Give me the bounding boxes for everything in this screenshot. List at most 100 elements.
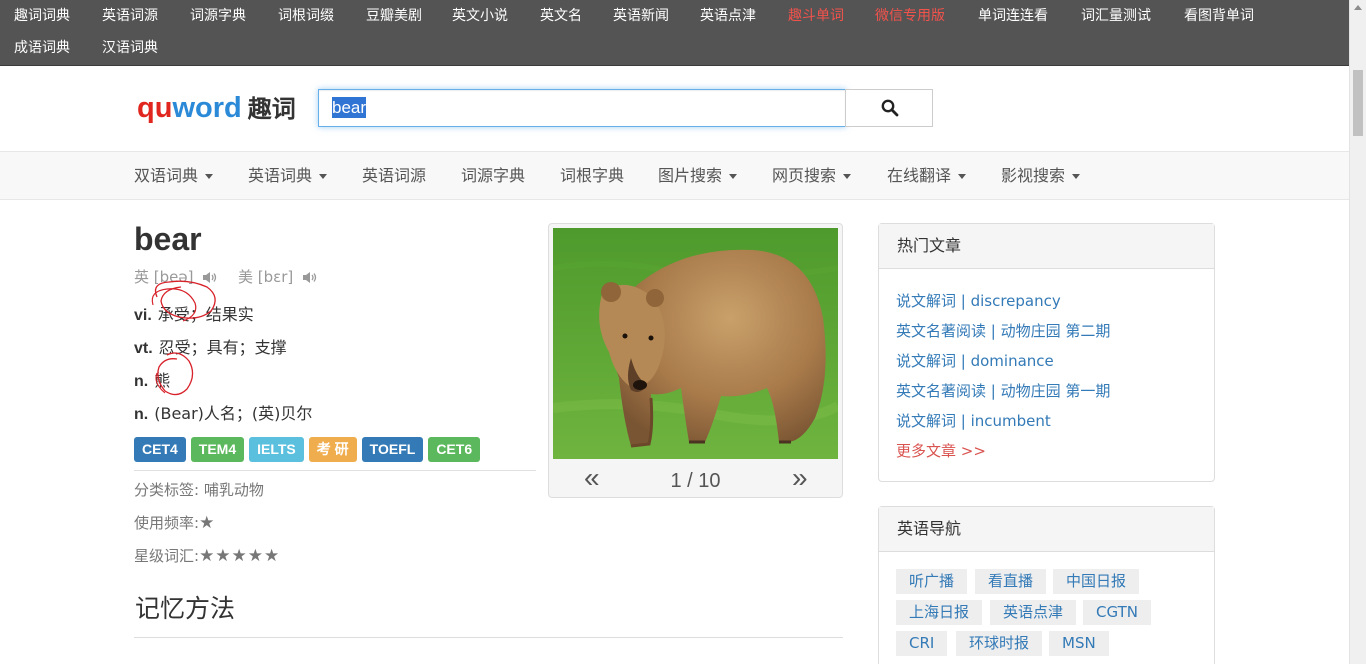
nav-item-label: 网页搜索 <box>772 166 837 185</box>
top-link[interactable]: 英文小说 <box>452 6 508 26</box>
site-logo[interactable]: quword 趣词 <box>137 93 296 125</box>
search-icon <box>881 99 899 117</box>
nav-item-bilingual-dict[interactable]: 双语词典 <box>134 166 214 186</box>
caret-down-icon <box>1072 174 1081 179</box>
hot-articles-title: 热门文章 <box>879 224 1214 269</box>
phonetic-us-text: 美 [bɛr] <box>238 268 294 286</box>
red-circle-annotation <box>151 280 216 396</box>
speaker-icon[interactable] <box>302 271 318 284</box>
nav-item-translate[interactable]: 在线翻译 <box>887 166 967 186</box>
image-viewer: « 1 / 10 » <box>548 223 843 498</box>
english-nav-panel: 英语导航 听广播 看直播 中国日报 上海日报 英语点津 CGTN CRI 环球时… <box>878 506 1215 664</box>
nav-tag[interactable]: 英语点津 <box>990 600 1077 625</box>
image-pager: « 1 / 10 » <box>549 462 842 496</box>
caret-down-icon <box>319 174 328 179</box>
divider <box>134 637 843 638</box>
nav-tag[interactable]: CRI <box>896 631 948 656</box>
caret-down-icon <box>843 174 852 179</box>
nav-item-web-search[interactable]: 网页搜索 <box>772 166 852 186</box>
top-link[interactable]: 词根词缀 <box>278 6 334 26</box>
star-rating-label: 星级词汇: <box>134 547 200 565</box>
article-link[interactable]: 英文名著阅读 | 动物庄园 第二期 <box>896 321 1110 341</box>
nav-tag[interactable]: CGTN <box>1083 600 1151 625</box>
nav-item-label: 词源字典 <box>461 166 526 185</box>
nav-item-image-search[interactable]: 图片搜索 <box>658 166 738 186</box>
exam-tag[interactable]: IELTS <box>249 437 304 462</box>
top-link[interactable]: 词汇量测试 <box>1081 6 1151 26</box>
top-link-bar: 趣词词典 英语词源 词源字典 词根词缀 豆瓣美剧 英文小说 英文名 英语新闻 英… <box>0 0 1349 66</box>
frequency-stars: ★ <box>199 513 216 533</box>
article-link[interactable]: 说文解词 | incumbent <box>896 411 1051 431</box>
frequency-row: 使用频率:★ <box>134 512 215 534</box>
top-link[interactable]: 汉语词典 <box>102 38 158 58</box>
caret-down-icon <box>729 174 738 179</box>
logo-text-word: word <box>172 92 242 124</box>
nav-item-label: 影视搜索 <box>1001 166 1066 185</box>
search-input-value: bear <box>332 97 367 118</box>
nav-item-video-search[interactable]: 影视搜索 <box>1001 166 1081 186</box>
nav-tag[interactable]: 环球时报 <box>956 631 1043 656</box>
caret-down-icon <box>205 174 214 179</box>
article-link[interactable]: 说文解词 | dominance <box>896 351 1054 371</box>
top-link[interactable]: 豆瓣美剧 <box>366 6 422 26</box>
top-link[interactable]: 趣词词典 <box>14 6 70 26</box>
english-nav-title: 英语导航 <box>879 507 1214 552</box>
nav-item-label: 在线翻译 <box>887 166 952 185</box>
next-image-button[interactable]: » <box>792 462 808 494</box>
nav-item-etymology-dict[interactable]: 词源字典 <box>461 166 525 186</box>
top-link[interactable]: 英语点津 <box>700 6 756 26</box>
category-row: 分类标签: 哺乳动物 <box>134 479 264 501</box>
category-label: 分类标签: <box>134 481 200 499</box>
scroll-up-arrow-icon[interactable] <box>1354 5 1362 10</box>
divider <box>134 470 536 471</box>
exam-tag[interactable]: TOEFL <box>361 437 424 462</box>
more-articles-link[interactable]: 更多文章 >> <box>896 441 986 461</box>
top-link[interactable]: 英语词源 <box>102 6 158 26</box>
logo-text-cn: 趣词 <box>247 96 296 123</box>
nav-item-root-dict[interactable]: 词根字典 <box>560 166 624 186</box>
phonetic-us: 美 [bɛr] <box>238 267 318 287</box>
top-link[interactable]: 单词连连看 <box>978 6 1048 26</box>
main-nav: 双语词典 英语词典 英语词源 词源字典 词根字典 图片搜索 网页搜索 在线翻译 … <box>0 151 1349 200</box>
nav-item-label: 双语词典 <box>134 166 199 185</box>
top-link[interactable]: 英文名 <box>540 6 582 26</box>
top-link[interactable]: 成语词典 <box>14 38 70 58</box>
caret-down-icon <box>958 174 967 179</box>
logo-text-qu: qu <box>137 92 173 124</box>
star-rating-row: 星级词汇:★★★★★ <box>134 545 280 567</box>
word-title: bear <box>134 221 202 257</box>
scrollbar-thumb[interactable] <box>1353 70 1363 136</box>
nav-item-label: 英语词典 <box>248 166 313 185</box>
star-rating: ★★★★★ <box>199 546 281 566</box>
article-link[interactable]: 英文名著阅读 | 动物庄园 第一期 <box>896 381 1110 401</box>
exam-tag[interactable]: CET6 <box>428 437 481 462</box>
frequency-label: 使用频率: <box>134 514 200 532</box>
top-link[interactable]: 词源字典 <box>190 6 246 26</box>
top-link-highlight[interactable]: 趣斗单词 <box>788 6 844 26</box>
nav-tag[interactable]: 中国日报 <box>1053 569 1140 594</box>
memory-method-heading: 记忆方法 <box>135 594 236 623</box>
vertical-scrollbar[interactable] <box>1349 0 1366 664</box>
nav-tag[interactable]: 看直播 <box>975 569 1047 594</box>
exam-tag[interactable]: 考 研 <box>308 437 357 462</box>
search-button[interactable] <box>845 89 933 127</box>
nav-item-label: 图片搜索 <box>658 166 723 185</box>
category-value: 哺乳动物 <box>203 481 264 499</box>
hot-articles-panel: 热门文章 说文解词 | discrepancy 英文名著阅读 | 动物庄园 第二… <box>878 223 1215 482</box>
nav-item-etymology[interactable]: 英语词源 <box>362 166 426 186</box>
nav-item-label: 词根字典 <box>560 166 625 185</box>
nav-item-label: 英语词源 <box>362 166 427 185</box>
exam-tags: CET4 TEM4 IELTS 考 研 TOEFL CET6 <box>134 437 481 462</box>
nav-tag[interactable]: 听广播 <box>896 569 968 594</box>
top-link-highlight[interactable]: 微信专用版 <box>875 6 945 26</box>
nav-tag[interactable]: 上海日报 <box>896 600 983 625</box>
top-link[interactable]: 看图背单词 <box>1184 6 1254 26</box>
bear-photo[interactable] <box>553 228 838 459</box>
exam-tag[interactable]: CET4 <box>134 437 186 462</box>
top-link[interactable]: 英语新闻 <box>613 6 669 26</box>
search-input[interactable]: bear <box>318 89 846 127</box>
nav-item-english-dict[interactable]: 英语词典 <box>248 166 328 186</box>
article-link[interactable]: 说文解词 | discrepancy <box>896 291 1061 311</box>
nav-tag[interactable]: MSN <box>1049 631 1109 656</box>
exam-tag[interactable]: TEM4 <box>190 437 245 462</box>
